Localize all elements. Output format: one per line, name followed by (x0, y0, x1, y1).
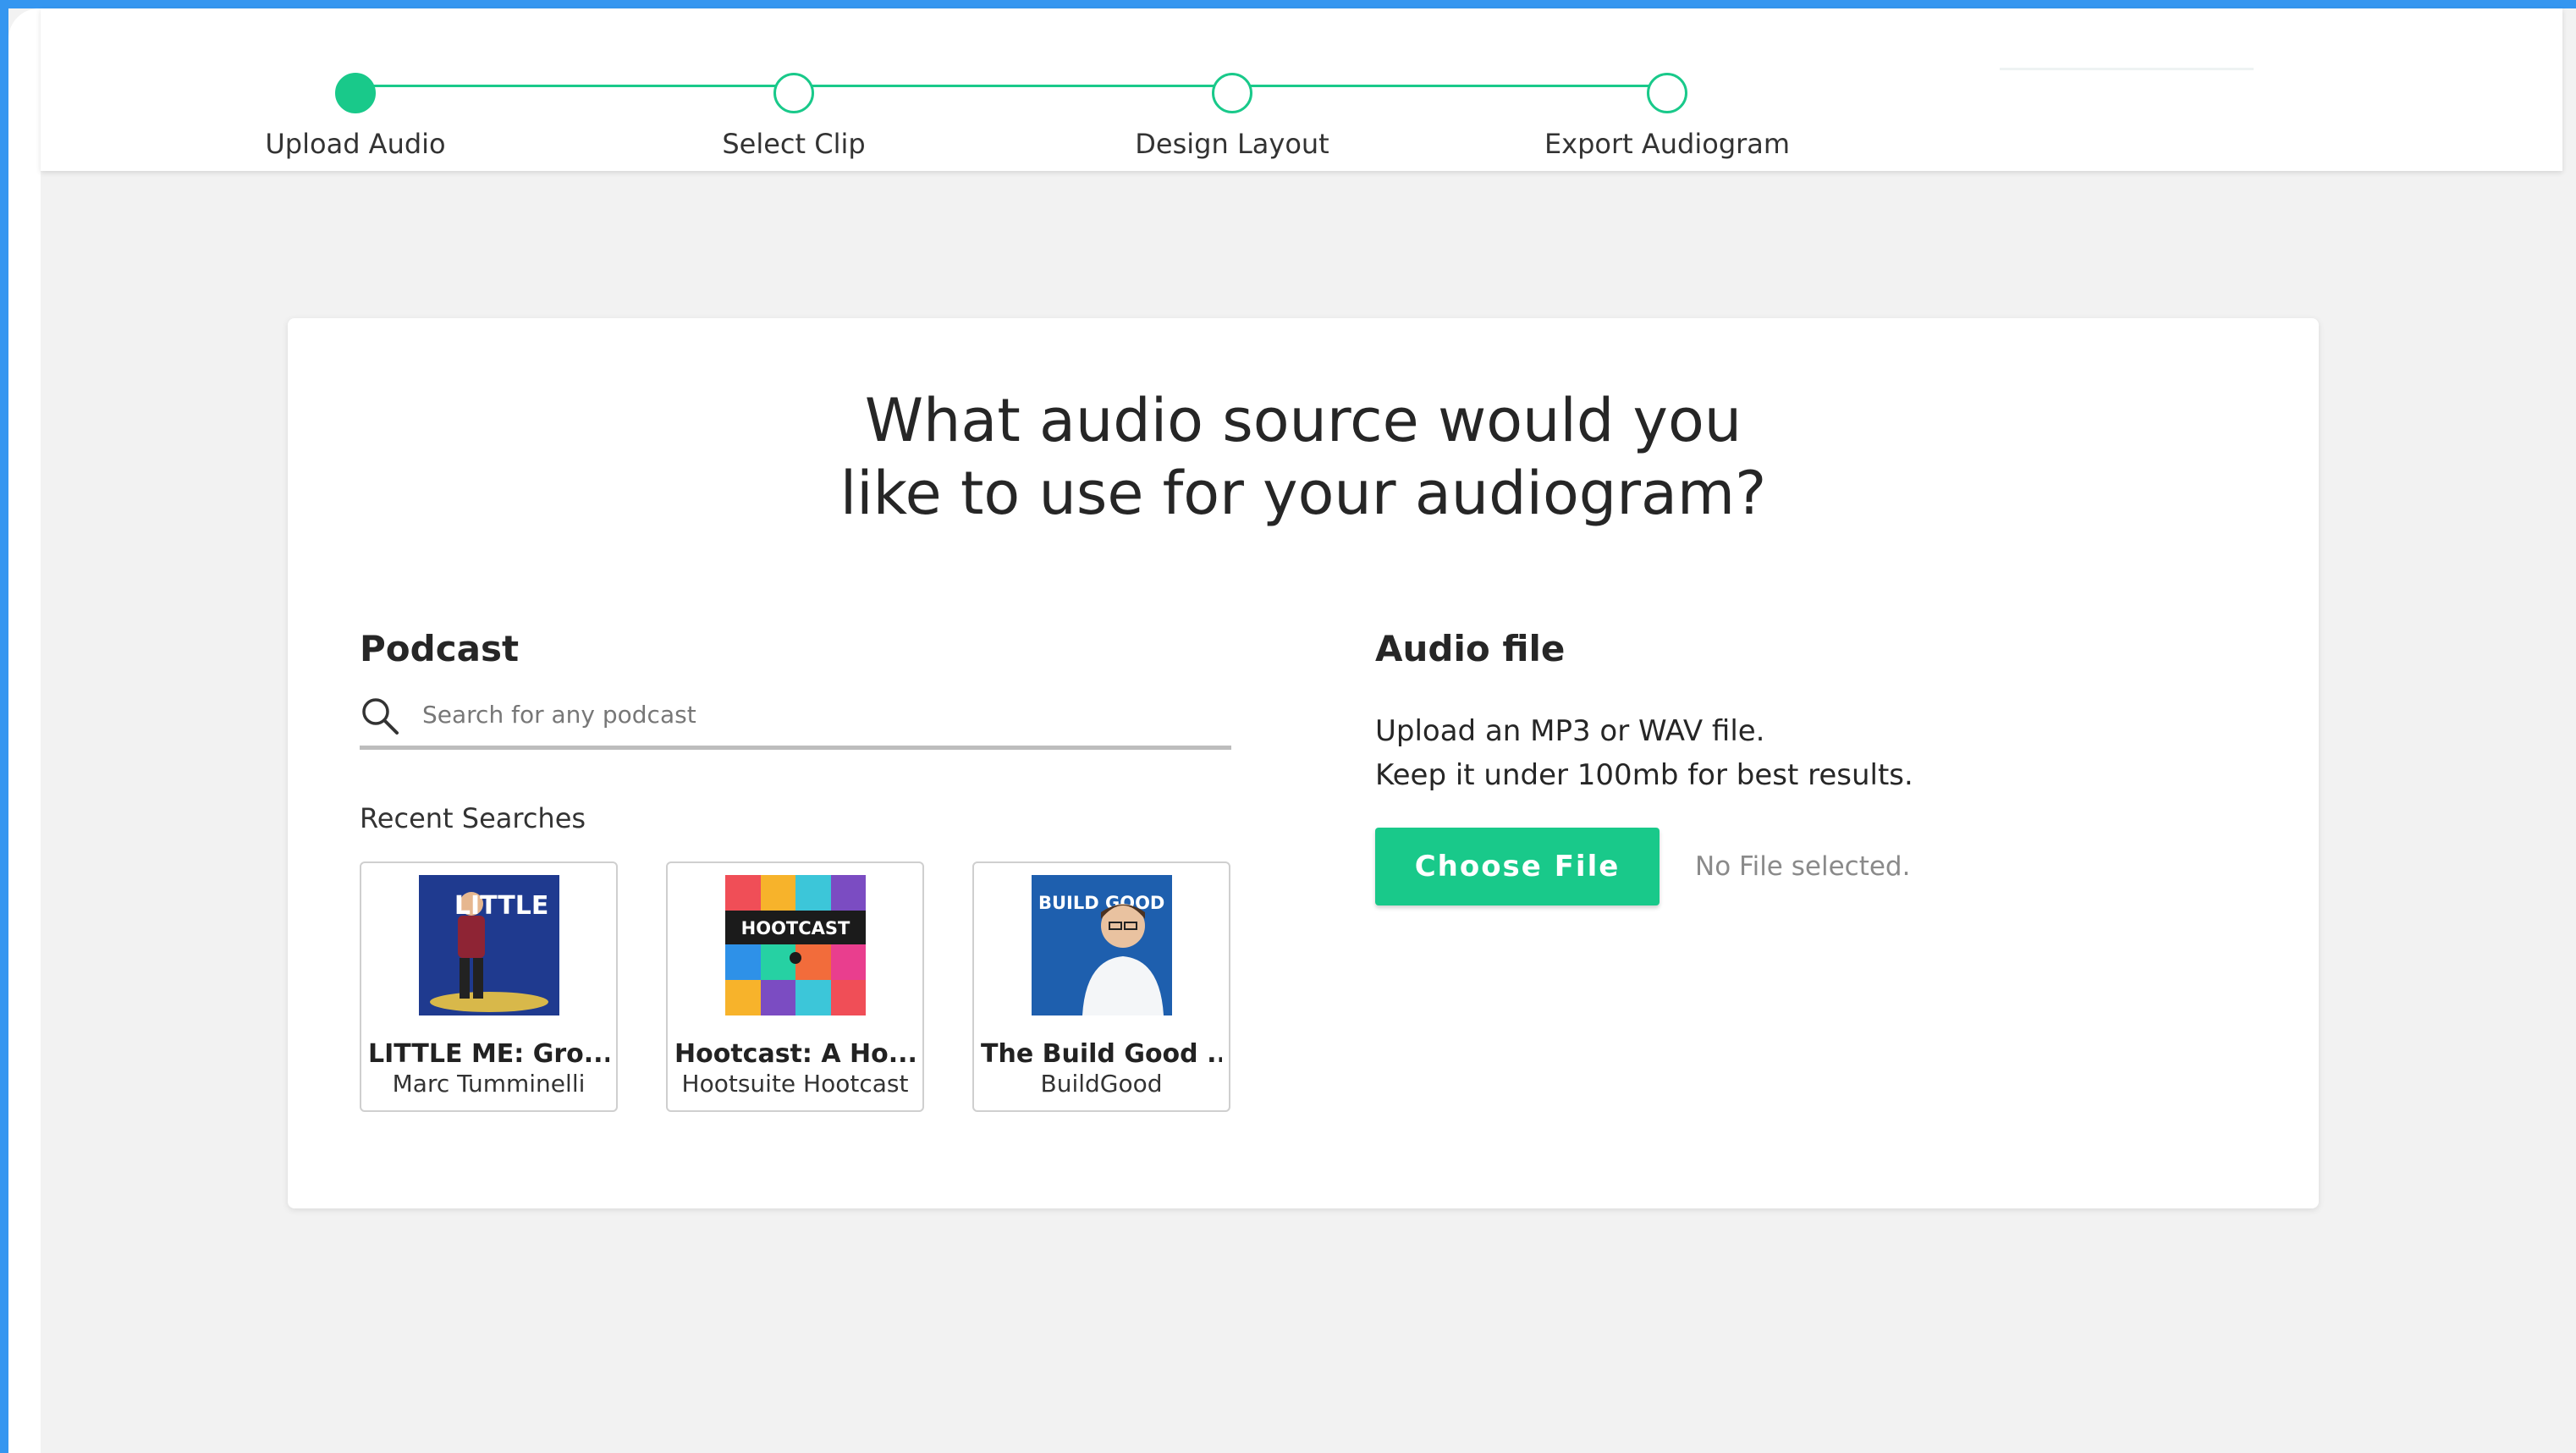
podcast-heading: Podcast (360, 628, 520, 669)
podcast-search[interactable] (360, 691, 1231, 750)
search-icon (362, 698, 399, 735)
podcast-cover-hootcast: HOOTCAST (725, 875, 866, 1015)
step-select-clip-indicator[interactable] (773, 73, 814, 113)
podcast-cover-little-me: LITTLE ME (419, 875, 559, 1015)
page-title-line-2: like to use for your audiogram? (839, 459, 1767, 528)
audio-source-card: What audio source would you like to use … (288, 318, 2319, 1208)
audio-file-description-line-2: Keep it under 100mb for best results. (1375, 758, 1913, 792)
stepper-line (355, 85, 1667, 87)
podcast-search-input[interactable] (422, 696, 1209, 733)
step-upload-audio-indicator[interactable] (335, 73, 376, 113)
window-frame-left (0, 0, 8, 1453)
recent-podcast-hootcast[interactable]: HOOTCAST Hootcast: A Ho... Hootsuite Hoo… (666, 861, 924, 1112)
file-status-text: No File selected. (1695, 851, 1911, 882)
recent-searches-label: Recent Searches (360, 802, 586, 834)
svg-text:HOOTCAST: HOOTCAST (741, 918, 850, 938)
recent-podcast-little-me[interactable]: LITTLE ME LITTLE ME: Gro... Marc Tummine… (360, 861, 618, 1112)
progress-stepper: Upload Audio Select Clip Design Layout E… (41, 8, 2562, 171)
step-design-layout-indicator[interactable] (1212, 73, 1252, 113)
step-export-audiogram-indicator[interactable] (1647, 73, 1687, 113)
choose-file-button[interactable]: Choose File (1375, 828, 1660, 905)
step-upload-audio-label[interactable]: Upload Audio (203, 128, 508, 160)
svg-text:BUILD GOOD: BUILD GOOD (1038, 893, 1164, 913)
svg-text:LITTLE ME: LITTLE ME (454, 891, 559, 921)
audio-file-description: Upload an MP3 or WAV file. Keep it under… (1375, 709, 1913, 797)
window-gutter (8, 8, 41, 1453)
podcast-cover-build-good: BUILD GOOD (1032, 875, 1172, 1015)
step-design-layout-label[interactable]: Design Layout (1080, 128, 1384, 160)
recent-podcast-title: LITTLE ME: Gro... (368, 1039, 609, 1069)
recent-podcast-author: BuildGood (1040, 1070, 1163, 1098)
page-title: What audio source would you like to use … (288, 384, 2319, 530)
recent-podcast-author: Hootsuite Hootcast (681, 1070, 909, 1098)
audio-file-heading: Audio file (1375, 628, 1566, 669)
recent-podcast-author: Marc Tumminelli (392, 1070, 586, 1098)
step-export-audiogram-label[interactable]: Export Audiogram (1515, 128, 1819, 160)
recent-podcast-title: Hootcast: A Ho... (674, 1039, 916, 1069)
audio-file-description-line-1: Upload an MP3 or WAV file. (1375, 714, 1765, 748)
recent-podcast-build-good[interactable]: BUILD GOOD The Build Good ... BuildGood (972, 861, 1230, 1112)
step-select-clip-label[interactable]: Select Clip (641, 128, 946, 160)
header-decoration (2000, 68, 2254, 70)
page-title-line-1: What audio source would you (864, 386, 1742, 455)
recent-podcast-title: The Build Good ... (981, 1039, 1222, 1069)
window-frame-top (0, 0, 2576, 8)
